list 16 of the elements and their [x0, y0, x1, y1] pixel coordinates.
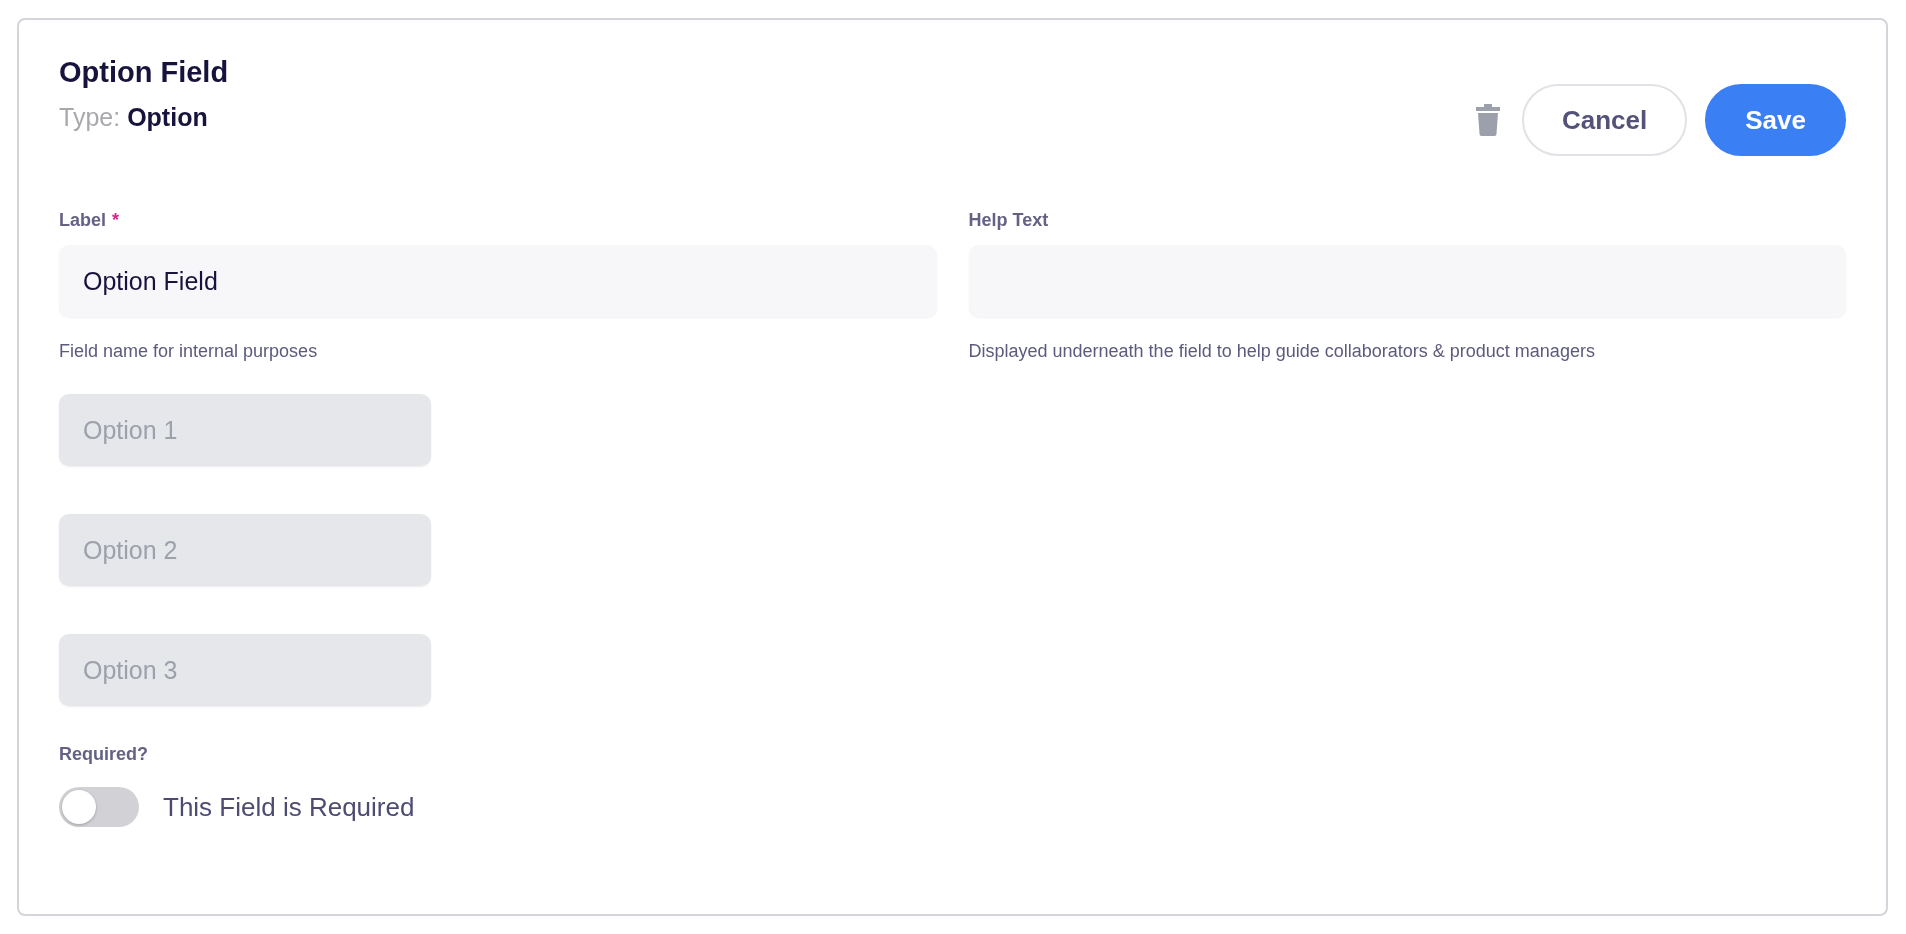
field-hint: Displayed underneath the field to help guide collaborators & product managers [968, 341, 1596, 362]
field-label: Label [59, 210, 106, 231]
toggle-label: This Field is Required [163, 791, 415, 823]
type-value: Option [127, 103, 208, 132]
field-label: Help Text [968, 210, 1049, 231]
delete-button[interactable] [1476, 104, 1500, 136]
field-hint: Field name for internal purposes [59, 341, 319, 362]
required-marker: * [112, 210, 120, 231]
required-toggle[interactable] [59, 787, 139, 827]
field-title: Option Field [59, 56, 229, 89]
text-field[interactable]: Option Field [59, 245, 937, 317]
required-label: Required? [59, 744, 149, 765]
trash-icon [1476, 104, 1500, 136]
save-button[interactable]: Save [1705, 84, 1846, 156]
type-label: Type: [59, 103, 121, 132]
cancel-button[interactable]: Cancel [1522, 84, 1688, 156]
